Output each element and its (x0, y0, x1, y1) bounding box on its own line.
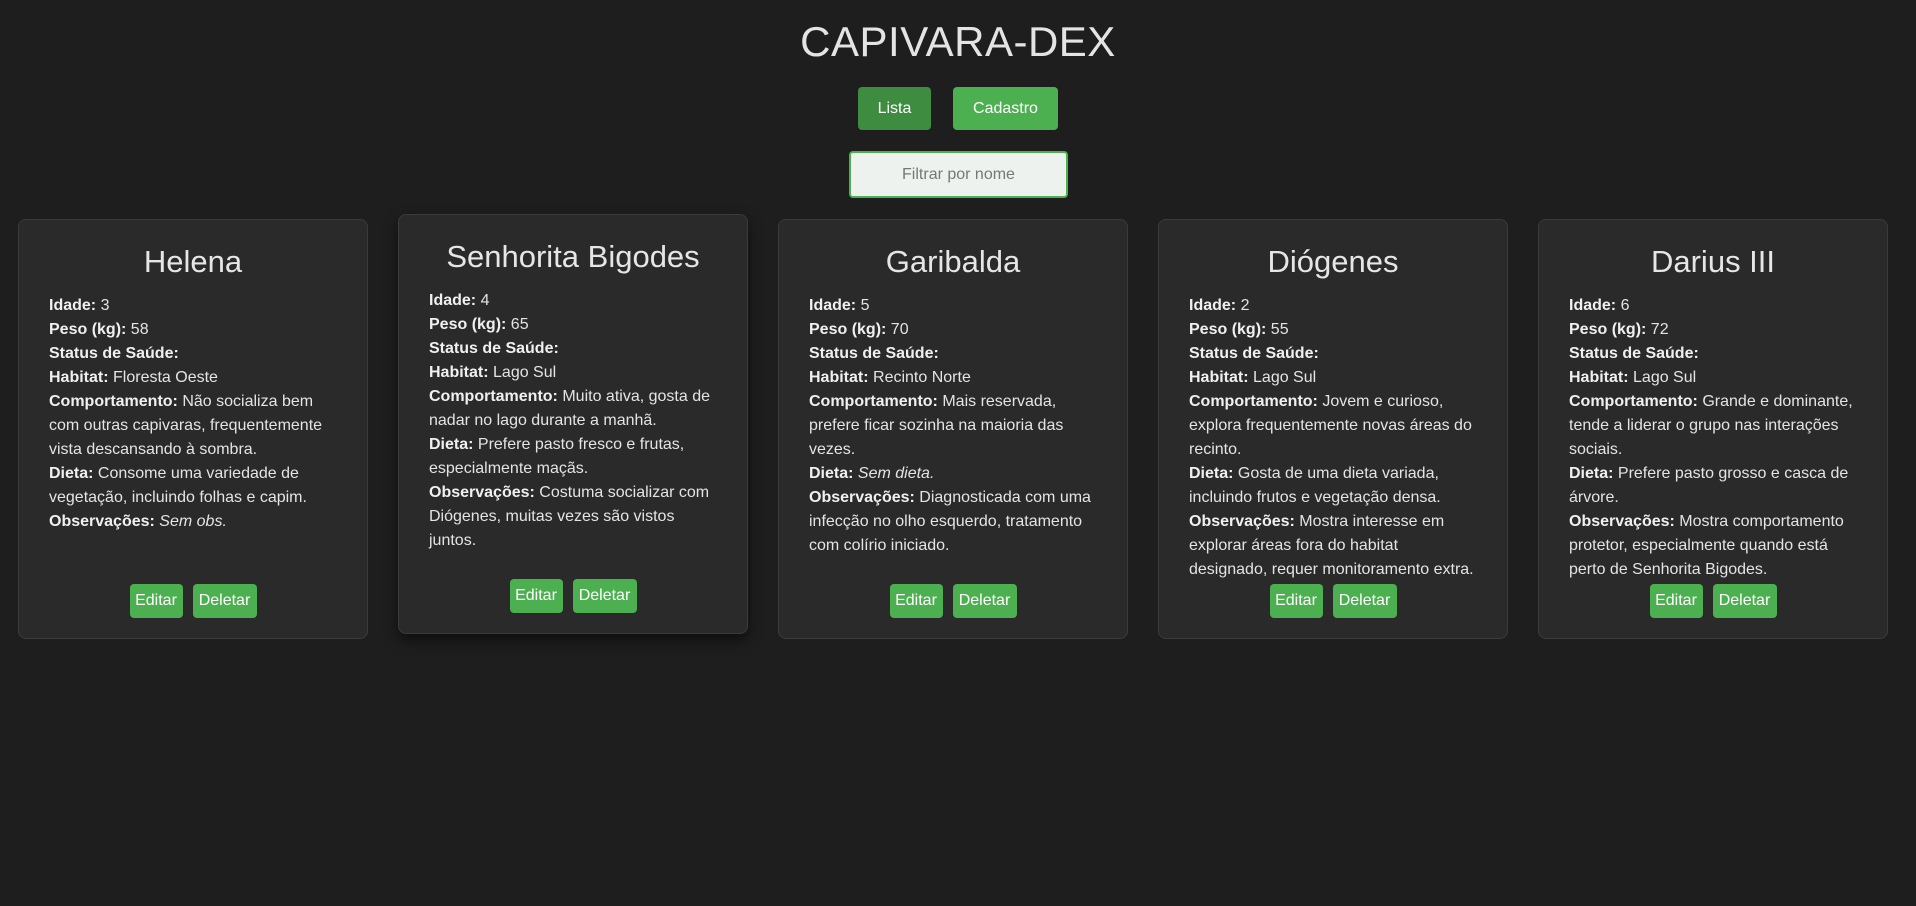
capybara-card: Darius III Idade: 6 Peso (kg): 72 Status… (1538, 219, 1888, 639)
delete-button[interactable]: Deletar (192, 584, 257, 618)
field-idade: Idade: 2 (1189, 297, 1250, 314)
field-dieta: Dieta: Consome uma variedade de vegetaçã… (49, 465, 307, 506)
field-comportamento: Comportamento: Jovem e curioso, explora … (1189, 393, 1472, 458)
capybara-card: Senhorita Bigodes Idade: 4 Peso (kg): 65… (398, 214, 748, 634)
app-root: CAPIVARA-DEX Lista Cadastro Helena Idade… (0, 0, 1916, 906)
field-idade: Idade: 4 (429, 292, 490, 309)
capybara-card: Diógenes Idade: 2 Peso (kg): 55 Status d… (1158, 219, 1508, 639)
card-name: Diógenes (1267, 244, 1399, 279)
field-observacoes: Observações: Mostra interesse em explora… (1189, 513, 1474, 578)
page-title: CAPIVARA-DEX (800, 18, 1116, 65)
filter-name-input[interactable] (849, 151, 1068, 198)
field-peso: Peso (kg): 72 (1569, 321, 1669, 338)
card-name: Garibalda (885, 244, 1021, 279)
field-dieta: Dieta: Prefere pasto fresco e frutas, es… (429, 436, 685, 477)
edit-button[interactable]: Editar (509, 579, 563, 613)
field-peso: Peso (kg): 70 (809, 321, 909, 338)
delete-button[interactable]: Deletar (572, 579, 637, 613)
delete-button[interactable]: Deletar (952, 584, 1017, 618)
field-peso: Peso (kg): 65 (429, 316, 529, 333)
field-comportamento: Comportamento: Não socializa bem com out… (49, 393, 323, 458)
field-status: Status de Saúde: (809, 345, 939, 362)
delete-button[interactable]: Deletar (1332, 584, 1397, 618)
field-idade: Idade: 5 (809, 297, 870, 314)
card-actions: Editar Deletar (1539, 584, 1887, 618)
edit-button[interactable]: Editar (889, 584, 943, 618)
capybara-card: Helena Idade: 3 Peso (kg): 58 Status de … (18, 219, 368, 639)
filter-container (849, 151, 1068, 198)
delete-button[interactable]: Deletar (1712, 584, 1777, 618)
card-name: Helena (143, 244, 243, 279)
field-habitat: Habitat: Recinto Norte (809, 369, 971, 386)
field-peso: Peso (kg): 58 (49, 321, 149, 338)
field-habitat: Habitat: Lago Sul (1569, 369, 1697, 386)
field-idade: Idade: 6 (1569, 297, 1630, 314)
card-actions: Editar Deletar (779, 584, 1127, 618)
field-status: Status de Saúde: (49, 345, 179, 362)
card-name: Darius III (1650, 244, 1776, 279)
card-actions: Editar Deletar (1159, 584, 1507, 618)
field-status: Status de Saúde: (1569, 345, 1699, 362)
card-actions: Editar Deletar (19, 584, 367, 618)
field-observacoes: Observações: Diagnosticada com uma infec… (809, 489, 1091, 554)
field-comportamento: Comportamento: Mais reservada, prefere f… (809, 393, 1064, 458)
capybara-card: Garibalda Idade: 5 Peso (kg): 70 Status … (778, 219, 1128, 639)
nav-bar: Lista Cadastro (0, 87, 1916, 130)
field-observacoes: Observações: Mostra comportamento protet… (1569, 513, 1844, 578)
nav-cadastro-button[interactable]: Cadastro (953, 87, 1058, 130)
card-name: Senhorita Bigodes (446, 239, 700, 274)
field-habitat: Habitat: Floresta Oeste (49, 369, 218, 386)
nav-lista-button[interactable]: Lista (858, 87, 931, 130)
field-observacoes: Observações: Costuma socializar com Dióg… (429, 484, 710, 549)
card-actions: Editar Deletar (399, 579, 747, 613)
field-observacoes: Observações: Sem obs. (49, 513, 227, 530)
field-status: Status de Saúde: (1189, 345, 1319, 362)
field-habitat: Habitat: Lago Sul (429, 364, 557, 381)
field-comportamento: Comportamento: Muito ativa, gosta de nad… (429, 388, 710, 429)
field-comportamento: Comportamento: Grande e dominante, tende… (1569, 393, 1853, 458)
field-dieta: Dieta: Sem dieta. (809, 465, 935, 482)
field-status: Status de Saúde: (429, 340, 559, 357)
field-dieta: Dieta: Prefere pasto grosso e casca de á… (1569, 465, 1849, 506)
field-peso: Peso (kg): 55 (1189, 321, 1289, 338)
edit-button[interactable]: Editar (1649, 584, 1703, 618)
field-idade: Idade: 3 (49, 297, 110, 314)
field-habitat: Habitat: Lago Sul (1189, 369, 1317, 386)
edit-button[interactable]: Editar (1269, 584, 1323, 618)
edit-button[interactable]: Editar (129, 584, 183, 618)
field-dieta: Dieta: Gosta de uma dieta variada, inclu… (1189, 465, 1441, 506)
